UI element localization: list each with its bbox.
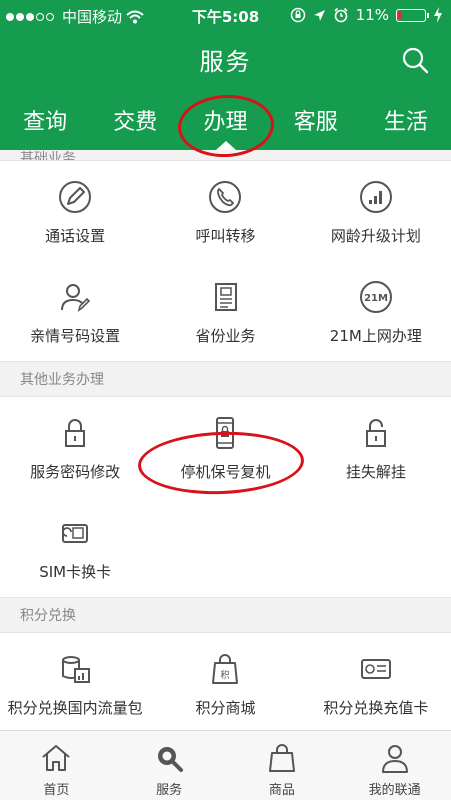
service-network-age[interactable]: 网龄升级计划	[301, 161, 451, 261]
bottom-tab-products[interactable]: 商品	[226, 731, 339, 800]
service-label: 服务密码修改	[30, 462, 121, 481]
svg-text:21M: 21M	[364, 293, 388, 304]
person-icon	[378, 741, 412, 775]
nav-bar: 服务	[0, 30, 451, 90]
21m-icon: 21M	[356, 277, 396, 317]
battery-percent: 11%	[355, 6, 389, 24]
phone-icon	[205, 177, 245, 217]
search-icon	[152, 741, 186, 775]
bottom-tab-label: 首页	[43, 783, 70, 798]
bottom-tab-label: 服务	[156, 783, 183, 798]
service-label: 省份业务	[195, 326, 256, 345]
tab-label: 客服	[293, 110, 338, 135]
status-bar: 中国移动 下午5:08 11%	[0, 0, 451, 30]
sim-card-icon	[55, 513, 95, 553]
lock-icon	[55, 413, 95, 453]
grid-points: 积分兑换国内流量包 积 积分商城 积分兑换充值卡	[0, 632, 451, 730]
service-family-numbers[interactable]: 亲情号码设置	[0, 261, 150, 361]
service-label: 停机保号复机	[180, 462, 271, 481]
service-label: 挂失解挂	[345, 462, 406, 481]
location-icon	[313, 9, 325, 21]
tab-life[interactable]: 生活	[361, 90, 451, 150]
section-header-basic: 基础业务	[0, 150, 451, 160]
section-title: 其他业务办理	[20, 372, 104, 388]
service-label: 通话设置	[45, 226, 106, 245]
bag-icon	[265, 741, 299, 775]
service-points-data[interactable]: 积分兑换国内流量包	[0, 633, 150, 730]
tab-label: 交费	[113, 110, 158, 135]
service-label: 积分兑换国内流量包	[7, 698, 143, 717]
document-icon	[205, 277, 245, 317]
recharge-card-icon	[356, 649, 396, 689]
service-label: 网龄升级计划	[330, 226, 421, 245]
search-icon[interactable]	[401, 46, 429, 74]
service-label: 积分商城	[195, 698, 256, 717]
pencil-icon	[55, 177, 95, 217]
tab-label: 生活	[383, 110, 428, 135]
phone-lock-icon	[205, 413, 245, 453]
category-tabs: 查询 交费 办理 客服 生活	[0, 90, 451, 150]
bottom-tab-label: 商品	[268, 783, 295, 798]
battery-icon	[396, 8, 429, 22]
tab-handle[interactable]: 办理	[180, 90, 270, 150]
bottom-tab-label: 我的联通	[368, 783, 421, 798]
svg-text:积: 积	[221, 669, 230, 681]
rotation-lock-icon	[290, 7, 305, 23]
section-title: 基础业务	[20, 151, 76, 160]
service-label: 21M上网办理	[329, 326, 422, 345]
service-suspend-resume[interactable]: 停机保号复机	[150, 397, 300, 497]
service-province[interactable]: 省份业务	[150, 261, 300, 361]
service-label: SIM卡换卡	[39, 562, 112, 581]
points-bag-icon: 积	[205, 649, 245, 689]
home-icon	[39, 741, 73, 775]
tab-query[interactable]: 查询	[0, 90, 90, 150]
service-points-recharge[interactable]: 积分兑换充值卡	[301, 633, 451, 730]
service-password-change[interactable]: 服务密码修改	[0, 397, 150, 497]
service-call-forward[interactable]: 呼叫转移	[150, 161, 300, 261]
bottom-tab-bar: 首页 服务 商品 我的联通	[0, 730, 451, 800]
service-label: 积分兑换充值卡	[323, 698, 429, 717]
status-right: 11%	[290, 6, 443, 24]
user-edit-icon	[55, 277, 95, 317]
service-label: 亲情号码设置	[30, 326, 121, 345]
service-points-mall[interactable]: 积 积分商城	[150, 633, 300, 730]
tab-label: 查询	[23, 110, 68, 135]
service-label: 呼叫转移	[195, 226, 256, 245]
grid-other: 服务密码修改 停机保号复机 挂失解挂 SIM卡换卡	[0, 396, 451, 598]
section-title: 积分兑换	[20, 608, 76, 624]
tab-label: 办理	[203, 110, 248, 135]
unlock-icon	[356, 413, 396, 453]
tab-customer-service[interactable]: 客服	[271, 90, 361, 150]
section-header-points: 积分兑换	[0, 598, 451, 632]
service-sim-replace[interactable]: SIM卡换卡	[0, 497, 150, 597]
content-scroll[interactable]: 基础业务 通话设置 呼叫转移 网龄升级计划 亲情号码设置 省份业务 21M 21…	[0, 150, 451, 730]
section-header-other: 其他业务办理	[0, 362, 451, 396]
charging-icon	[434, 7, 442, 23]
signal-icon	[356, 177, 396, 217]
service-report-loss[interactable]: 挂失解挂	[301, 397, 451, 497]
bottom-tab-services[interactable]: 服务	[113, 731, 226, 800]
alarm-icon	[334, 7, 348, 23]
service-21m[interactable]: 21M 21M上网办理	[301, 261, 451, 361]
grid-basic: 通话设置 呼叫转移 网龄升级计划 亲情号码设置 省份业务 21M 21M上网办理	[0, 160, 451, 362]
service-call-settings[interactable]: 通话设置	[0, 161, 150, 261]
bottom-tab-home[interactable]: 首页	[0, 731, 113, 800]
tab-payment[interactable]: 交费	[90, 90, 180, 150]
page-title: 服务	[199, 48, 252, 76]
bottom-tab-my-unicom[interactable]: 我的联通	[338, 731, 451, 800]
data-chart-icon	[55, 649, 95, 689]
